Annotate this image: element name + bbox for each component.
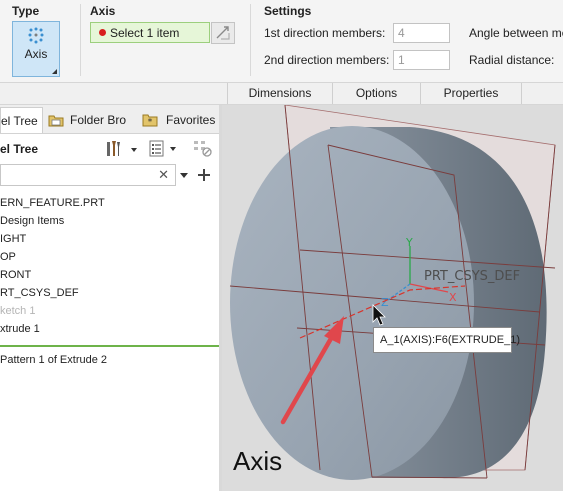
- tab-favorites-label: Favorites: [166, 113, 216, 127]
- divider: [80, 4, 81, 76]
- tab-favorites[interactable]: * Favorites: [142, 107, 219, 133]
- navigator-panel: el Tree Folder Bro * Favorites el Tree ✕…: [0, 105, 222, 491]
- svg-text:*: *: [148, 118, 153, 128]
- dropdown-corner-icon: [52, 69, 57, 74]
- tab-dimensions[interactable]: Dimensions: [227, 83, 332, 104]
- divider: [250, 4, 251, 76]
- graphics-window[interactable]: Y X Z PRT_CSYS_DEF: [222, 105, 563, 491]
- add-icon[interactable]: [196, 167, 212, 183]
- svg-text:Y: Y: [405, 236, 413, 249]
- required-dot-icon: [99, 29, 106, 36]
- angle-between-label: Angle between me: [469, 26, 563, 40]
- axis-type-label: Axis: [24, 47, 48, 61]
- search-dropdown-icon[interactable]: [178, 169, 190, 181]
- show-options-icon[interactable]: [148, 139, 188, 159]
- model-viewport[interactable]: Y X Z PRT_CSYS_DEF: [222, 105, 563, 491]
- first-direction-label: 1st direction members:: [264, 26, 386, 40]
- model-tree-title: el Tree: [0, 142, 39, 156]
- tree-item[interactable]: OP: [0, 251, 16, 263]
- flip-arrow-icon: [216, 26, 230, 40]
- type-section-title: Type: [12, 4, 40, 18]
- dashboard-tab-strip: Dimensions Options Properties: [0, 83, 563, 105]
- tree-item[interactable]: ERN_FEATURE.PRT: [0, 197, 105, 209]
- tree-item[interactable]: Design Items: [0, 215, 64, 227]
- settings-tools-icon[interactable]: [104, 138, 144, 160]
- settings-section-title: Settings: [264, 4, 312, 18]
- model-tree-search-input[interactable]: ✕: [0, 164, 176, 186]
- tab-model-tree[interactable]: el Tree: [0, 107, 43, 133]
- axis-collector-label: Select 1 item: [110, 26, 180, 40]
- insert-indicator-line: [0, 345, 219, 347]
- tab-folder-browser[interactable]: Folder Bro: [48, 107, 136, 133]
- folder-icon: [48, 115, 64, 127]
- selection-tooltip: A_1(AXIS):F6(EXTRUDE_1): [373, 327, 520, 353]
- pattern-tree-item[interactable]: Pattern 1 of Extrude 2: [0, 354, 107, 366]
- flip-direction-button[interactable]: [211, 22, 235, 44]
- second-direction-input[interactable]: 1: [393, 50, 450, 70]
- tab-properties[interactable]: Properties: [420, 83, 522, 104]
- first-direction-input[interactable]: 4: [393, 23, 450, 43]
- axis-annotation-label: Axis: [233, 446, 283, 476]
- axis-section-title: Axis: [90, 4, 116, 18]
- tree-item[interactable]: RONT: [0, 269, 31, 281]
- tree-item[interactable]: xtrude 1: [0, 323, 40, 335]
- tree-item-dimmed[interactable]: ketch 1: [0, 305, 35, 317]
- csys-label: PRT_CSYS_DEF: [424, 269, 520, 284]
- filter-icon[interactable]: [192, 139, 216, 159]
- svg-text:Z: Z: [381, 296, 389, 309]
- pattern-dashboard: Type Axis Axis Select 1 item Settings 1s…: [0, 0, 563, 83]
- tree-item[interactable]: RT_CSYS_DEF: [0, 287, 79, 299]
- tab-model-tree-label: el Tree: [1, 114, 38, 128]
- tree-item[interactable]: IGHT: [0, 233, 26, 245]
- axis-pattern-icon: [28, 27, 44, 44]
- tab-folder-browser-label: Folder Bro: [70, 113, 127, 127]
- favorites-icon: *: [142, 114, 158, 128]
- radial-distance-label: Radial distance:: [469, 53, 555, 67]
- axis-type-button[interactable]: Axis: [12, 21, 60, 77]
- tab-options[interactable]: Options: [332, 83, 420, 104]
- clear-search-icon[interactable]: ✕: [158, 167, 169, 183]
- svg-text:X: X: [449, 291, 457, 304]
- second-direction-label: 2nd direction members:: [264, 53, 390, 67]
- axis-collector[interactable]: Select 1 item: [90, 22, 210, 43]
- navigator-tabs: el Tree Folder Bro * Favorites: [0, 105, 219, 134]
